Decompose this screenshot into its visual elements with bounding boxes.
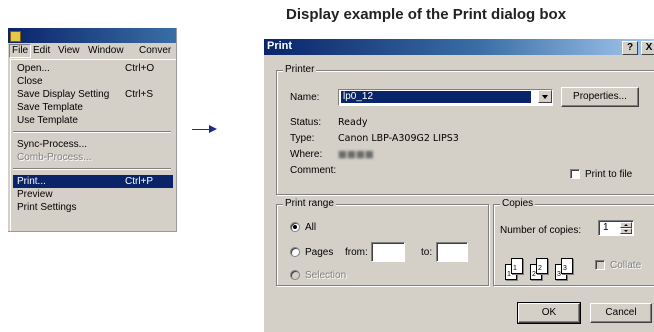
menu-item-save-display-setting[interactable]: Save Display Setting Ctrl+S xyxy=(13,88,173,101)
page-icon: 3 xyxy=(561,258,573,274)
menu-view[interactable]: View xyxy=(56,45,82,57)
menu-item-label: Save Template xyxy=(17,102,83,113)
print-to-file-checkbox[interactable] xyxy=(570,169,580,179)
chevron-down-icon[interactable] xyxy=(538,90,552,103)
menu-item-shortcut: Ctrl+P xyxy=(125,176,154,187)
menu-item-shortcut: Ctrl+O xyxy=(125,63,155,74)
file-menu-dropdown: Open... Ctrl+O Close Save Display Settin… xyxy=(10,59,176,231)
menu-item-preview[interactable]: Preview xyxy=(13,188,173,201)
dialog-title: Print xyxy=(267,40,293,52)
printer-name-text: lp0_12 xyxy=(343,91,374,102)
collate-label: Collate xyxy=(610,260,642,271)
range-selection-label: Selection xyxy=(305,270,347,281)
properties-button[interactable]: Properties... xyxy=(561,87,639,107)
menu-file[interactable]: File xyxy=(9,44,32,58)
from-input[interactable] xyxy=(371,242,405,262)
status-label: Status: xyxy=(290,117,322,128)
type-label: Type: xyxy=(290,133,315,144)
collate-checkbox xyxy=(595,260,605,270)
range-pages-radio[interactable] xyxy=(290,247,300,257)
menu-item-label: Save Display Setting xyxy=(17,89,110,100)
ok-button[interactable]: OK xyxy=(517,302,581,324)
spin-down-icon[interactable] xyxy=(620,228,632,234)
printer-group-legend: Printer xyxy=(283,64,317,75)
menu-item-comb-process: Comb-Process... xyxy=(13,151,173,164)
menu-item-label: Open... xyxy=(17,63,50,74)
range-selection-radio xyxy=(290,270,300,280)
copies-number-spinner[interactable]: 1 xyxy=(598,220,634,236)
spinner-buttons xyxy=(620,222,632,234)
menu-item-open[interactable]: Open... Ctrl+O xyxy=(13,62,173,75)
close-button[interactable]: X xyxy=(641,41,654,55)
where-label: Where: xyxy=(290,149,323,160)
help-button[interactable]: ? xyxy=(622,41,638,55)
menu-separator xyxy=(13,131,171,133)
where-value: ■■■■ xyxy=(338,149,374,160)
menu-item-close[interactable]: Close xyxy=(13,75,173,88)
menu-separator xyxy=(13,168,171,170)
app-title-bar xyxy=(8,28,176,43)
menu-edit[interactable]: Edit xyxy=(31,45,52,57)
comment-label: Comment: xyxy=(290,165,337,176)
copies-number-label: Number of copies: xyxy=(500,225,582,236)
dialog-title-bar: Print ? X xyxy=(264,39,654,55)
menu-screenshot: File Edit View Window Conver Open... Ctr… xyxy=(8,28,177,232)
menu-convert[interactable]: Conver xyxy=(137,45,173,57)
menu-item-shortcut: Ctrl+S xyxy=(125,89,154,100)
range-all-radio[interactable] xyxy=(290,222,300,232)
copies-legend: Copies xyxy=(500,198,536,209)
print-to-file-label: Print to file xyxy=(585,169,633,180)
page-icon: 1 xyxy=(511,258,523,274)
menu-item-sync-process[interactable]: Sync-Process... xyxy=(13,138,173,151)
menu-bar: File Edit View Window Conver xyxy=(8,43,176,59)
menu-item-label: Comb-Process... xyxy=(17,152,92,163)
menu-item-label: Print Settings xyxy=(17,202,77,213)
from-label: from: xyxy=(345,247,368,258)
menu-item-print-settings[interactable]: Print Settings xyxy=(13,201,173,214)
cancel-button[interactable]: Cancel xyxy=(590,303,652,323)
menu-item-use-template[interactable]: Use Template xyxy=(13,114,173,127)
range-pages-label: Pages xyxy=(305,247,334,258)
to-label: to: xyxy=(421,247,433,258)
menu-window[interactable]: Window xyxy=(86,45,126,57)
menu-item-label: Close xyxy=(17,76,43,87)
menu-item-label: Preview xyxy=(17,189,53,200)
type-value: Canon LBP-A309G2 LIPS3 xyxy=(338,133,459,144)
arrow-head-icon xyxy=(209,125,217,133)
range-all-label: All xyxy=(305,222,317,233)
menu-item-label: Sync-Process... xyxy=(17,139,88,150)
menu-item-save-template[interactable]: Save Template xyxy=(13,101,173,114)
caption: Display example of the Print dialog box xyxy=(286,6,567,23)
menu-item-print[interactable]: Print... Ctrl+P xyxy=(13,175,173,188)
copies-number-value: 1 xyxy=(603,222,609,233)
app-icon xyxy=(10,31,21,42)
menu-item-label: Use Template xyxy=(17,115,78,126)
printer-name-label: Name: xyxy=(290,92,320,103)
page-icon: 2 xyxy=(536,258,548,274)
menu-item-label: Print... xyxy=(17,176,46,187)
status-value: Ready xyxy=(338,117,368,128)
to-input[interactable] xyxy=(436,242,468,262)
printer-name-value: lp0_12 xyxy=(341,91,531,103)
print-range-legend: Print range xyxy=(283,198,336,209)
print-dialog: Print ? X Printer Name: lp0_12 Propertie… xyxy=(263,38,654,332)
printer-name-select[interactable]: lp0_12 xyxy=(338,89,553,106)
